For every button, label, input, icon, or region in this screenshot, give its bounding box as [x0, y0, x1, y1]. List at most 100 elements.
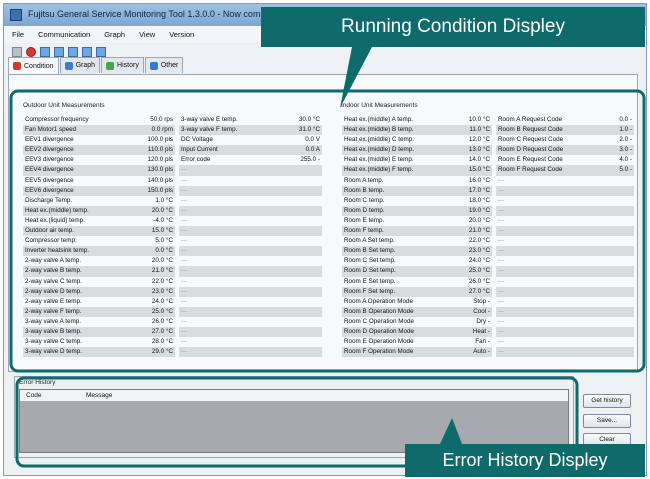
measurement-row: Room C temp. 18.0 °C: [342, 196, 492, 206]
measurement-label: Room F Request Code: [498, 166, 563, 174]
measurement-label: EEV2 divergence: [25, 146, 74, 154]
measurement-row: DC Voltage 0.0 V: [179, 135, 322, 145]
measurement-value: [320, 165, 322, 175]
measurement-value: [320, 307, 322, 317]
measurement-label: ---: [181, 237, 188, 245]
measurement-value: 28.0 °C: [151, 338, 173, 346]
measurement-row: EEV4 divergence 130.0 pls: [23, 165, 175, 176]
measurement-label: ---: [181, 317, 188, 325]
measurement-label: ---: [181, 277, 188, 285]
measurement-value: 2.0 -: [619, 136, 632, 144]
measurement-value: [632, 266, 634, 276]
stop-icon[interactable]: [26, 46, 36, 57]
measurement-row: ---: [496, 256, 634, 266]
measurement-label: Room A Set temp.: [344, 237, 395, 245]
measurement-label: Room E Request Code: [498, 156, 563, 164]
tab-other[interactable]: Other: [144, 57, 184, 73]
measurement-label: ---: [498, 257, 505, 265]
measurement-label: ---: [498, 327, 505, 335]
measurement-value: 17.0 °C: [468, 186, 490, 194]
measurement-label: ---: [498, 216, 505, 224]
measurement-label: Heat ex.(middle) E temp.: [344, 156, 414, 164]
measurement-value: [320, 206, 322, 216]
measurement-row: 3-way valve F temp. 31.0 °C: [179, 125, 322, 136]
measurement-value: 25.0 °C: [468, 267, 490, 275]
error-history-header: Code Message: [20, 390, 568, 401]
measurement-value: [320, 256, 322, 266]
measurement-row: Heat ex.(middle) A temp. 10.0 °C: [342, 115, 492, 125]
measurement-row: ---: [179, 347, 322, 358]
measurement-row: EEV1 divergence 100.0 pls: [23, 135, 175, 145]
measurement-value: [320, 216, 322, 226]
tab-history[interactable]: History: [101, 57, 144, 73]
measurement-row: ---: [179, 165, 322, 176]
measurement-value: 21.0 °C: [468, 227, 490, 235]
tab-bar: Condition Graph History Other: [8, 57, 184, 74]
measurement-row: ---: [179, 246, 322, 257]
measurement-row: ---: [496, 205, 634, 216]
measurement-value: 15.0 °C: [468, 166, 490, 174]
menu-graph[interactable]: Graph: [104, 26, 125, 43]
measurement-value: 0.0 rpm: [151, 126, 173, 134]
measurement-row: ---: [496, 286, 634, 297]
measurement-row: ---: [179, 277, 322, 287]
measurement-value: [632, 317, 634, 327]
measurement-value: 26.0 °C: [151, 317, 173, 325]
measurement-label: Room A Operation Mode: [344, 297, 413, 305]
measurement-value: 21.0 °C: [151, 267, 173, 275]
measurement-label: ---: [181, 338, 188, 346]
measurement-row: Heat ex.(middle) C temp. 12.0 °C: [342, 135, 492, 145]
measurement-value: [632, 216, 634, 226]
tab-condition[interactable]: Condition: [8, 57, 59, 74]
measurement-row: ---: [496, 337, 634, 347]
grid-icon[interactable]: [82, 46, 92, 57]
measurement-row: Compressor frequency 50.0 rps: [23, 115, 175, 125]
menu-view[interactable]: View: [139, 26, 155, 43]
menu-version[interactable]: Version: [169, 26, 194, 43]
history-icon: [106, 61, 115, 70]
measurement-value: [632, 186, 634, 196]
menu-file[interactable]: File: [12, 26, 24, 43]
measurement-value: 25.0 °C: [151, 307, 173, 315]
measurement-label: ---: [181, 186, 188, 194]
measurement-row: Heat ex.(middle) B temp. 11.0 °C: [342, 125, 492, 136]
measurement-label: Room C Operation Mode: [344, 317, 414, 325]
table-icon[interactable]: [68, 46, 78, 57]
tab-graph[interactable]: Graph: [59, 57, 101, 73]
measurement-row: Room E temp. 20.0 °C: [342, 216, 492, 226]
export-icon[interactable]: [96, 46, 106, 57]
plug-icon[interactable]: [12, 46, 22, 57]
measurement-row: Room D Operation Mode Heat -: [342, 326, 492, 338]
measurement-label: Heat ex.(middle) C temp.: [344, 136, 414, 144]
get-history-button[interactable]: Get history: [583, 394, 631, 408]
monitor-icon[interactable]: [40, 46, 50, 57]
measurement-row: EEV6 divergence 150.0 pls: [23, 185, 175, 196]
measurement-label: Heat ex.(middle) B temp.: [344, 126, 414, 134]
list-icon[interactable]: [54, 46, 64, 57]
menu-communication[interactable]: Communication: [38, 26, 90, 43]
save-button[interactable]: Save...: [583, 414, 631, 428]
measurement-value: 19.0 °C: [468, 206, 490, 214]
measurement-row: 3-way valve A temp. 26.0 °C: [23, 317, 175, 327]
measurement-value: [320, 337, 322, 347]
measurement-label: 2-way valve C temp.: [25, 277, 83, 285]
measurement-label: ---: [498, 227, 505, 235]
measurement-value: [632, 176, 634, 186]
measurement-row: Room B Request Code 1.0 -: [496, 125, 634, 136]
measurement-value: 26.0 °C: [468, 277, 490, 285]
measurement-label: Room C Set temp.: [344, 257, 396, 265]
measurement-value: 3.0 -: [619, 146, 632, 154]
measurement-label: ---: [181, 216, 188, 224]
measurement-label: Discharge Temp.: [25, 196, 73, 204]
measurement-value: [632, 287, 634, 297]
measurement-row: 3-way valve E temp. 30.0 °C: [179, 115, 322, 125]
measurement-row: Room C Set temp. 24.0 °C: [342, 256, 492, 266]
window-title: Fujitsu General Service Monitoring Tool …: [28, 9, 288, 19]
measurement-row: 2-way valve F temp. 25.0 °C: [23, 306, 175, 317]
measurement-label: ---: [498, 287, 505, 295]
measurement-row: Room D Request Code 3.0 -: [496, 145, 634, 156]
measurement-value: 50.0 rps: [150, 116, 173, 123]
measurement-label: ---: [498, 307, 505, 315]
measurement-value: 120.0 pls: [147, 156, 173, 164]
measurement-value: 27.0 °C: [151, 327, 173, 335]
